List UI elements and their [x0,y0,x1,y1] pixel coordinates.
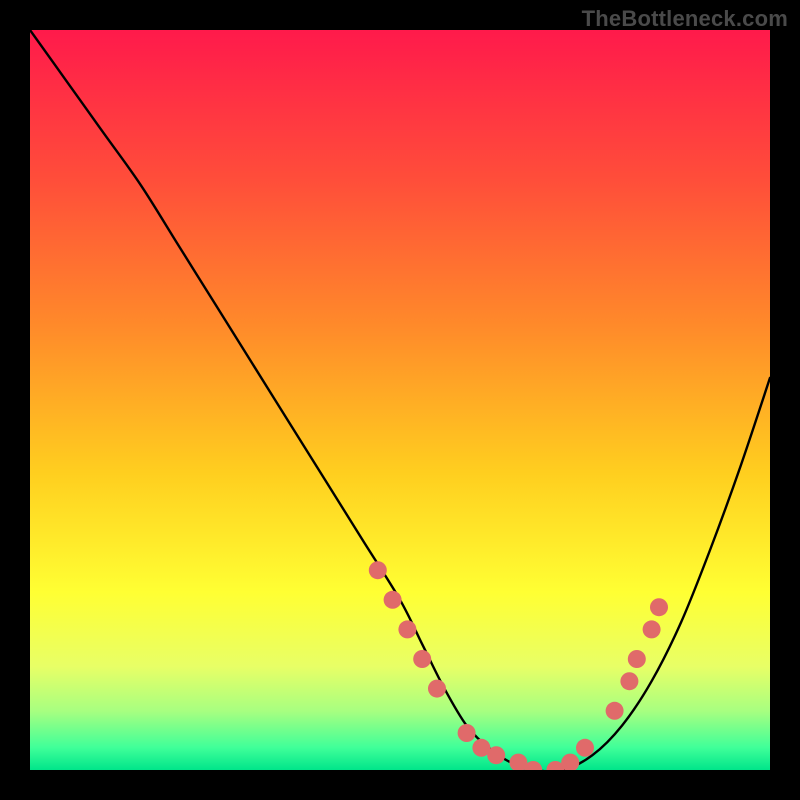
highlight-dot [369,561,387,579]
highlight-dot [398,620,416,638]
highlight-dot [628,650,646,668]
highlight-dot [650,598,668,616]
highlight-dot [487,746,505,764]
highlight-dot [643,620,661,638]
gradient-background [30,30,770,770]
highlight-dot [413,650,431,668]
chart-frame: TheBottleneck.com [0,0,800,800]
highlight-dot [620,672,638,690]
highlight-dot [428,680,446,698]
plot-area [30,30,770,770]
plot-svg [30,30,770,770]
highlight-dot [606,702,624,720]
highlight-dot [576,739,594,757]
highlight-dot [384,591,402,609]
highlight-dot [458,724,476,742]
watermark-text: TheBottleneck.com [582,6,788,32]
